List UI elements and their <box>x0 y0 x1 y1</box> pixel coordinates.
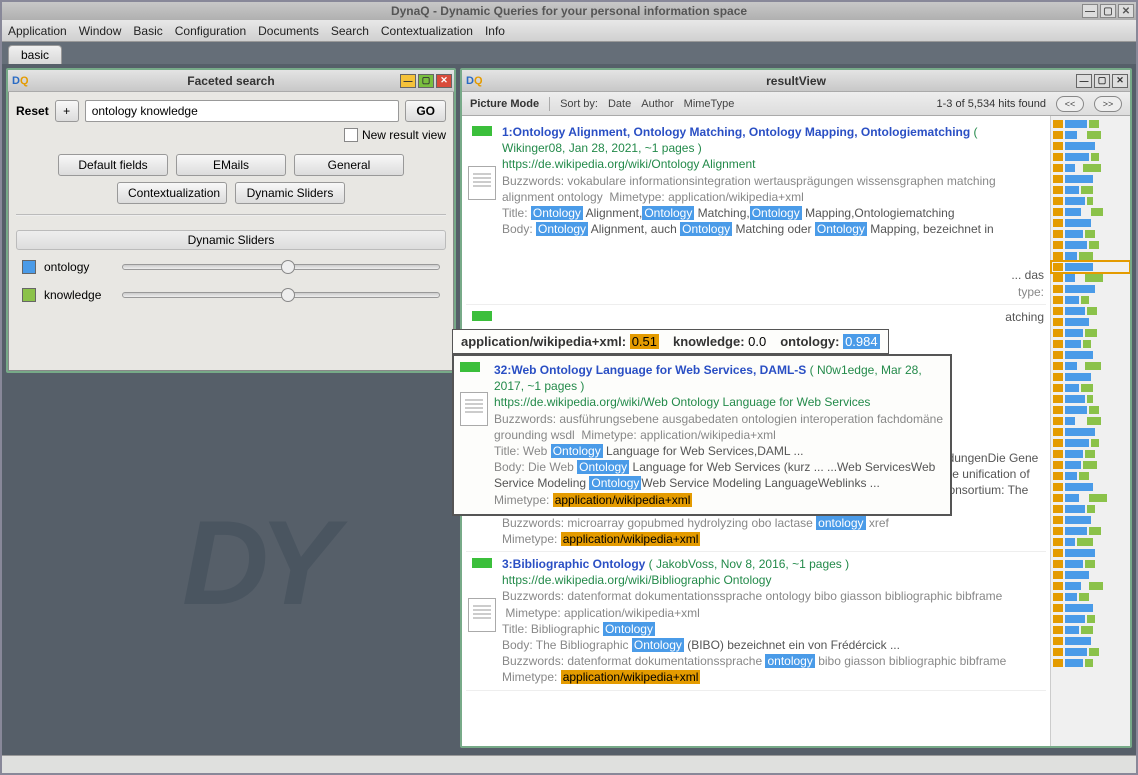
sort-mimetype[interactable]: MimeType <box>684 98 735 110</box>
window-titlebar: DynaQ - Dynamic Queries for your persona… <box>2 2 1136 20</box>
relevance-marker-icon <box>472 126 492 136</box>
result-url[interactable]: https://de.wikipedia.org/wiki/Ontology A… <box>502 156 1044 172</box>
panel-maximize-icon[interactable]: ▢ <box>1094 74 1110 88</box>
window-maximize-icon[interactable]: ▢ <box>1100 4 1116 18</box>
popup-title[interactable]: 32:Web Ontology Language for Web Service… <box>494 363 806 377</box>
knowledge-slider[interactable] <box>122 292 440 298</box>
menu-contextualization[interactable]: Contextualization <box>381 24 473 38</box>
result-preview-popup: 32:Web Ontology Language for Web Service… <box>452 354 952 516</box>
emails-button[interactable]: EMails <box>176 154 286 176</box>
new-result-view-checkbox[interactable] <box>344 128 358 142</box>
prev-page-button[interactable]: << <box>1056 96 1084 112</box>
statusbar <box>2 755 1136 773</box>
menubar: Application Window Basic Configuration D… <box>2 20 1136 42</box>
panel-minimize-icon[interactable]: — <box>1076 74 1092 88</box>
panel-close-icon[interactable]: ✕ <box>1112 74 1128 88</box>
hit-count: 1-3 of 5,534 hits found <box>937 98 1046 110</box>
search-input[interactable] <box>85 100 400 122</box>
menu-info[interactable]: Info <box>485 24 505 38</box>
ontology-slider-label: ontology <box>44 260 114 274</box>
knowledge-slider-label: knowledge <box>44 288 114 302</box>
panel-maximize-icon[interactable]: ▢ <box>418 74 434 88</box>
go-button[interactable]: GO <box>405 100 446 122</box>
dynaq-icon: DQ <box>466 75 483 87</box>
result-item[interactable]: 1:Ontology Alignment, Ontology Matching,… <box>466 120 1046 305</box>
sort-date[interactable]: Date <box>608 98 631 110</box>
general-button[interactable]: General <box>294 154 404 176</box>
resultview-title: resultView <box>766 74 826 88</box>
menu-basic[interactable]: Basic <box>133 24 162 38</box>
relevance-marker-icon <box>460 362 480 372</box>
dynaq-icon: DQ <box>12 75 29 87</box>
sort-by-label: Sort by: <box>560 98 598 110</box>
menu-search[interactable]: Search <box>331 24 369 38</box>
score-tooltip: application/wikipedia+xml: 0.51 knowledg… <box>452 329 889 354</box>
result-title[interactable]: 1:Ontology Alignment, Ontology Matching,… <box>502 125 970 139</box>
window-minimize-icon[interactable]: — <box>1082 4 1098 18</box>
menu-configuration[interactable]: Configuration <box>175 24 246 38</box>
faceted-search-panel: DQ Faceted search — ▢ ✕ Reset + GO New r… <box>6 68 456 373</box>
default-fields-button[interactable]: Default fields <box>58 154 168 176</box>
reset-label: Reset <box>16 104 49 118</box>
document-icon <box>468 166 496 200</box>
document-icon <box>460 392 488 426</box>
panel-close-icon[interactable]: ✕ <box>436 74 452 88</box>
relevance-bars-sidebar <box>1050 116 1130 746</box>
popup-url[interactable]: https://de.wikipedia.org/wiki/Web Ontolo… <box>494 394 944 410</box>
picture-mode-label[interactable]: Picture Mode <box>470 98 539 110</box>
result-item[interactable]: 3:Bibliographic Ontology ( JakobVoss, No… <box>466 552 1046 691</box>
sort-author[interactable]: Author <box>641 98 673 110</box>
next-page-button[interactable]: >> <box>1094 96 1122 112</box>
panel-minimize-icon[interactable]: — <box>400 74 416 88</box>
new-result-view-label: New result view <box>362 128 446 142</box>
window-title: DynaQ - Dynamic Queries for your persona… <box>391 4 747 18</box>
dynamic-sliders-header: Dynamic Sliders <box>16 230 446 250</box>
menu-application[interactable]: Application <box>8 24 67 38</box>
relevance-marker-icon <box>472 558 492 568</box>
document-icon <box>468 598 496 632</box>
tabstrip: basic <box>2 42 1136 64</box>
menu-window[interactable]: Window <box>79 24 122 38</box>
tab-basic[interactable]: basic <box>8 45 62 64</box>
logo-watermark: DY <box>182 494 329 632</box>
ontology-swatch <box>22 260 36 274</box>
result-title[interactable]: 3:Bibliographic Ontology <box>502 557 645 571</box>
window-close-icon[interactable]: ✕ <box>1118 4 1134 18</box>
contextualization-button[interactable]: Contextualization <box>117 182 227 204</box>
faceted-title: Faceted search <box>187 74 274 88</box>
dynamic-sliders-button[interactable]: Dynamic Sliders <box>235 182 345 204</box>
ontology-slider[interactable] <box>122 264 440 270</box>
knowledge-swatch <box>22 288 36 302</box>
relevance-marker-icon <box>472 311 492 321</box>
result-url[interactable]: https://de.wikipedia.org/wiki/Bibliograp… <box>502 572 1044 588</box>
add-term-button[interactable]: + <box>55 100 79 122</box>
menu-documents[interactable]: Documents <box>258 24 319 38</box>
